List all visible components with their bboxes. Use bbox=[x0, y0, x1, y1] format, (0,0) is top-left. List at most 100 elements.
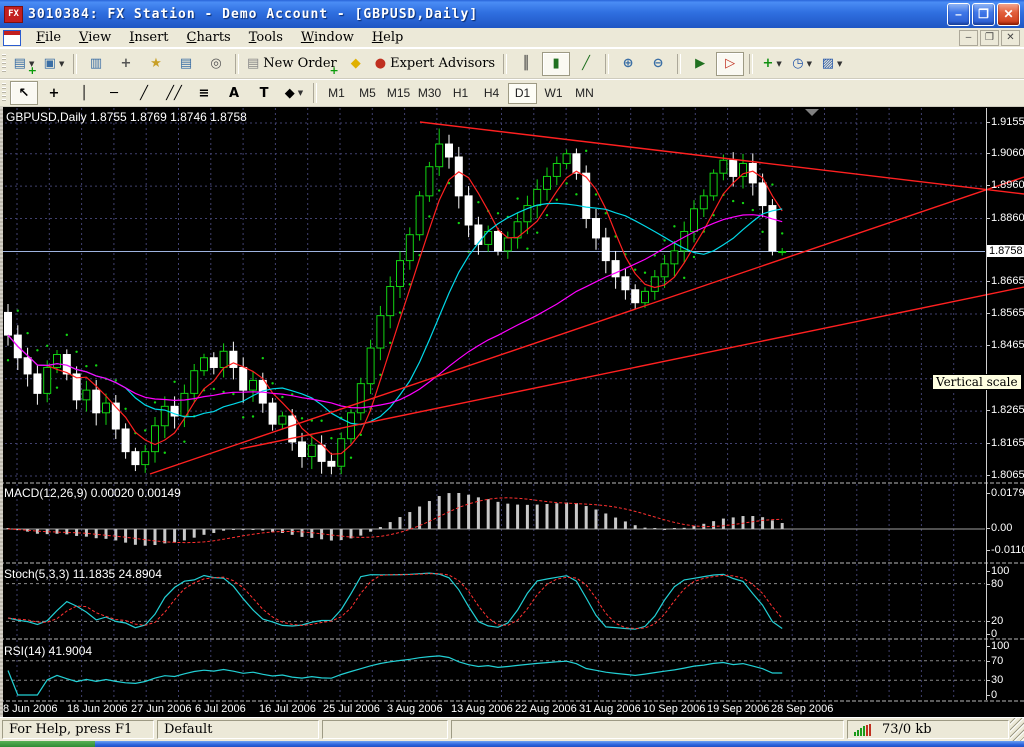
traffic-counter: 73/0 kb bbox=[882, 722, 932, 737]
stoch-tick-label: 0 bbox=[991, 628, 997, 640]
status-panel-empty-1 bbox=[322, 720, 448, 739]
timeframe-w1-button[interactable]: W1 bbox=[539, 83, 568, 104]
mdi-close-button[interactable]: ✕ bbox=[1001, 30, 1020, 46]
timeframe-m30-button[interactable]: M30 bbox=[415, 83, 444, 104]
navigator-icon: ★ bbox=[150, 57, 162, 70]
timeframe-mn-button[interactable]: MN bbox=[570, 83, 599, 104]
timeframe-m1-button[interactable]: M1 bbox=[322, 83, 351, 104]
stoch-tick-label: 100 bbox=[991, 565, 1009, 577]
date-tick-label: 27 Jun 2006 bbox=[131, 703, 192, 715]
cursor-button[interactable]: ↖ bbox=[10, 81, 38, 105]
zoom-out-button[interactable]: ⊖ bbox=[644, 52, 672, 76]
candlesticks-button[interactable]: ▮ bbox=[542, 52, 570, 76]
arrows-button[interactable]: ◆▼ bbox=[280, 81, 308, 105]
cursor-icon: ↖ bbox=[19, 87, 30, 100]
menu-view[interactable]: View bbox=[70, 28, 120, 47]
menu-tools[interactable]: Tools bbox=[240, 28, 292, 47]
price-tick-label: 1.8665 bbox=[991, 275, 1024, 287]
timeframe-d1-button[interactable]: D1 bbox=[508, 83, 537, 104]
price-tick-label: 1.8960 bbox=[991, 179, 1024, 191]
date-tick-label: 13 Aug 2006 bbox=[451, 703, 513, 715]
menu-file[interactable]: File bbox=[27, 28, 70, 47]
navigator-button[interactable]: ★ bbox=[142, 52, 170, 76]
trendline-icon: ╱ bbox=[140, 87, 148, 100]
price-tick-label: 1.8165 bbox=[991, 437, 1024, 449]
bar-chart-button[interactable]: ║ bbox=[512, 52, 540, 76]
market-watch-button[interactable]: ▥ bbox=[82, 52, 110, 76]
new-order-label: New Order bbox=[263, 56, 336, 71]
menu-insert[interactable]: Insert bbox=[120, 28, 177, 47]
horizontal-line-icon: ─ bbox=[110, 87, 118, 100]
indicators-button[interactable]: +▼ bbox=[758, 52, 786, 76]
terminal-button[interactable]: ▤ bbox=[172, 52, 200, 76]
toolbar-separator bbox=[313, 83, 317, 103]
profiles-button[interactable]: ▣▼ bbox=[40, 52, 68, 76]
toolbar-separator bbox=[677, 54, 681, 74]
rsi-label: RSI(14) 41.9004 bbox=[4, 644, 92, 658]
crosshair-button[interactable]: + bbox=[40, 81, 68, 105]
text-icon: A bbox=[229, 87, 239, 100]
expert-advisors-button[interactable]: ●Expert Advisors bbox=[372, 52, 498, 76]
timeframe-h4-button[interactable]: H4 bbox=[477, 83, 506, 104]
toolbar-drawing: ↖+│─╱╱╱≡AT◆▼M1M5M15M30H1H4D1W1MN bbox=[0, 79, 1024, 107]
text-button[interactable]: A bbox=[220, 81, 248, 105]
fibonacci-retracement-button[interactable]: ≡ bbox=[190, 81, 218, 105]
chart-area[interactable]: GBPUSD,Daily 1.8755 1.8769 1.8746 1.8758… bbox=[0, 107, 1024, 717]
toolbar-grip[interactable] bbox=[2, 83, 6, 103]
horizontal-line-button[interactable]: ─ bbox=[100, 81, 128, 105]
toolbar-separator bbox=[503, 54, 507, 74]
menu-charts[interactable]: Charts bbox=[178, 28, 240, 47]
line-chart-button[interactable]: ╱ bbox=[572, 52, 600, 76]
close-button[interactable]: ✕ bbox=[997, 3, 1020, 26]
metaeditor-button[interactable]: ◆ bbox=[342, 52, 370, 76]
price-tick-label: 1.8860 bbox=[991, 212, 1024, 224]
maximize-button[interactable]: ❐ bbox=[972, 3, 995, 26]
terminal-icon: ▤ bbox=[180, 57, 192, 70]
data-window-button[interactable]: + bbox=[112, 52, 140, 76]
app-logo-icon: FX bbox=[4, 6, 23, 23]
vertical-line-button[interactable]: │ bbox=[70, 81, 98, 105]
zoom-in-button[interactable]: ⊕ bbox=[614, 52, 642, 76]
new-chart-icon: ▤ bbox=[14, 57, 26, 70]
auto-scroll-icon: ▶ bbox=[695, 57, 705, 70]
menu-window[interactable]: Window bbox=[292, 28, 363, 47]
window-title: 3010384: FX Station - Demo Account - [GB… bbox=[28, 7, 945, 22]
status-profile[interactable]: Default bbox=[157, 720, 319, 739]
chart-canvas[interactable] bbox=[0, 107, 1024, 717]
dropdown-arrow-icon: ▼ bbox=[807, 60, 812, 68]
auto-scroll-button[interactable]: ▶ bbox=[686, 52, 714, 76]
new-chart-button[interactable]: ▤+▼ bbox=[10, 52, 38, 76]
new-order-button[interactable]: ▤+New Order bbox=[244, 52, 340, 76]
toolbar-grip[interactable] bbox=[2, 54, 6, 74]
date-tick-label: 28 Sep 2006 bbox=[771, 703, 833, 715]
vertical-line-icon: │ bbox=[80, 87, 88, 100]
price-tick-label: 1.9155 bbox=[991, 116, 1024, 128]
toolbar-separator bbox=[73, 54, 77, 74]
data-window-icon: + bbox=[121, 57, 132, 70]
minimize-button[interactable]: – bbox=[947, 3, 970, 26]
market-watch-icon: ▥ bbox=[90, 57, 102, 70]
mdi-restore-button[interactable]: ❐ bbox=[980, 30, 999, 46]
strategy-tester-button[interactable]: ◎ bbox=[202, 52, 230, 76]
rsi-tick-label: 0 bbox=[991, 689, 997, 701]
price-tick-label: 1.8465 bbox=[991, 339, 1024, 351]
menu-help[interactable]: Help bbox=[363, 28, 413, 47]
templates-button[interactable]: ▨▼ bbox=[818, 52, 846, 76]
periods-button[interactable]: ◷▼ bbox=[788, 52, 816, 76]
macd-tick-label: 0.00 bbox=[991, 522, 1012, 534]
expert-advisors-icon: ● bbox=[375, 57, 386, 70]
macd-tick-label: 0.01791 bbox=[991, 487, 1024, 499]
chart-document-icon[interactable] bbox=[3, 30, 21, 46]
timeframe-h1-button[interactable]: H1 bbox=[446, 83, 475, 104]
zoom-out-icon: ⊖ bbox=[653, 57, 664, 70]
trendline-button[interactable]: ╱ bbox=[130, 81, 158, 105]
mdi-minimize-button[interactable]: – bbox=[959, 30, 978, 46]
window-left-edge bbox=[0, 107, 3, 717]
text-label-button[interactable]: T bbox=[250, 81, 278, 105]
chart-shift-button[interactable]: ▷ bbox=[716, 52, 744, 76]
timeframe-m5-button[interactable]: M5 bbox=[353, 83, 382, 104]
timeframe-m15-button[interactable]: M15 bbox=[384, 83, 413, 104]
equidistant-channel-icon: ╱╱ bbox=[166, 87, 182, 100]
equidistant-channel-button[interactable]: ╱╱ bbox=[160, 81, 188, 105]
date-tick-label: 16 Jul 2006 bbox=[259, 703, 316, 715]
